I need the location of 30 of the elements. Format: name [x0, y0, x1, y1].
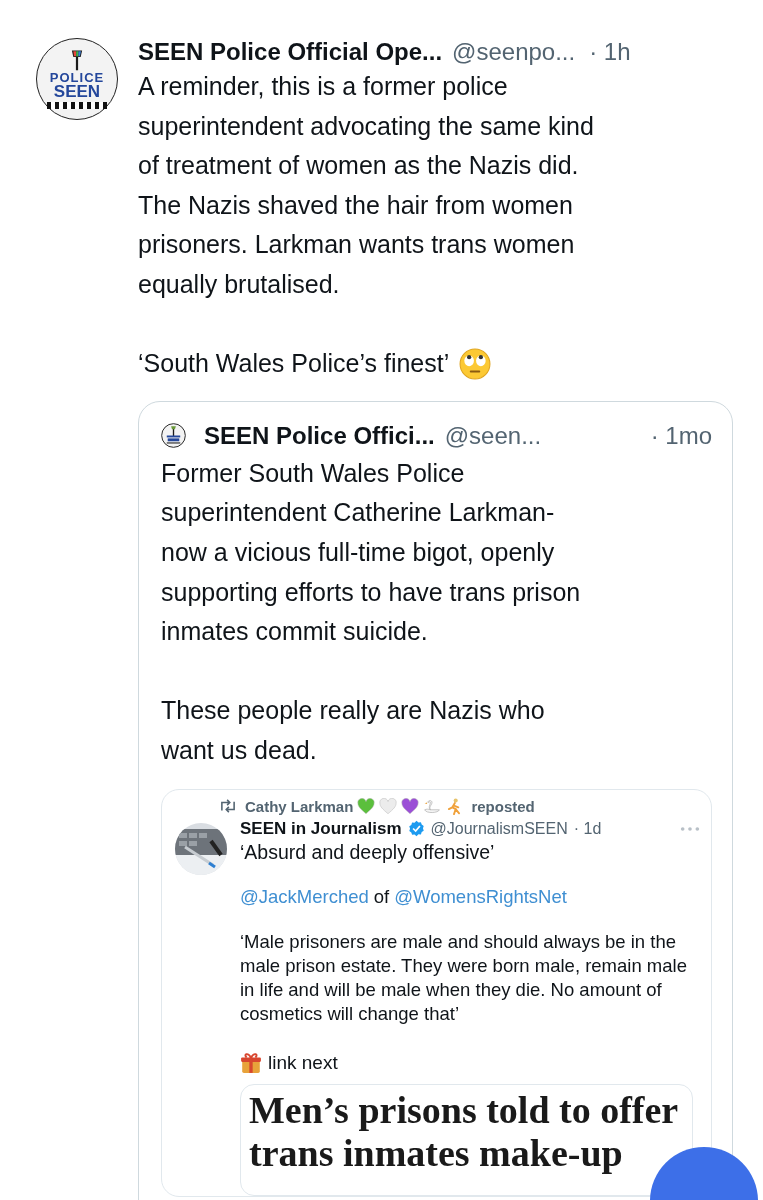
post-text: ‘Absurd and deeply offensive’ [240, 840, 496, 864]
gift-icon [240, 1051, 262, 1074]
post-text: A reminder, this is a former police superintendent advocating the same kind of treatment of women as the Nazis did. The Nazis shaved the hair from women prisoners. Larkman wants trans women equally brutalised. [138, 71, 594, 300]
repost-label: reposted [471, 797, 535, 815]
author-name[interactable]: SEEN Police Offici... [204, 421, 435, 450]
author-handle[interactable]: @seenpo... [452, 38, 576, 66]
quote-text: ‘Male prisoners are male and should always be in the male prison estate. They were born male, remain male in life and will be male when they die. No amount of cosmetics will change that’ [240, 929, 688, 1026]
logo-text: POLICE [49, 71, 105, 84]
author-handle[interactable]: @JournalismSEEN [430, 819, 568, 838]
more-options-icon [679, 825, 701, 832]
post-text: ‘South Wales Police’s finest’ [138, 348, 450, 380]
post-time[interactable]: · 1h [589, 38, 631, 66]
repost-icon [219, 799, 237, 813]
mention-link[interactable]: @WomensRightsNet [394, 885, 567, 908]
author-handle[interactable]: @seen... [444, 421, 542, 450]
logo-text: SEEN [53, 84, 101, 100]
checker-band [47, 102, 107, 109]
police-logo-icon [161, 423, 186, 449]
post-text: Former South Wales Police superintendent Catherine Larkman- now a vicious full-time bigot, openly supporting efforts to have trans prison inmates commit suicide. These people really are Nazis who want us dead. [161, 457, 582, 766]
lamp-icon [69, 49, 85, 71]
mention-link[interactable]: @JackMerched [240, 885, 369, 908]
author-name[interactable]: SEEN in Journalism [240, 818, 402, 839]
eye-roll-emoji-icon [459, 347, 492, 380]
connecting-word: of [373, 885, 390, 908]
swan-icon [423, 797, 442, 815]
author-name[interactable]: SEEN Police Official Ope... [138, 38, 443, 66]
post-time[interactable]: · 1d [573, 819, 602, 838]
link-note: link next [268, 1051, 338, 1074]
post-time[interactable]: · 1mo [650, 421, 712, 450]
reposter-name[interactable]: Cathy Larkman [245, 797, 354, 815]
